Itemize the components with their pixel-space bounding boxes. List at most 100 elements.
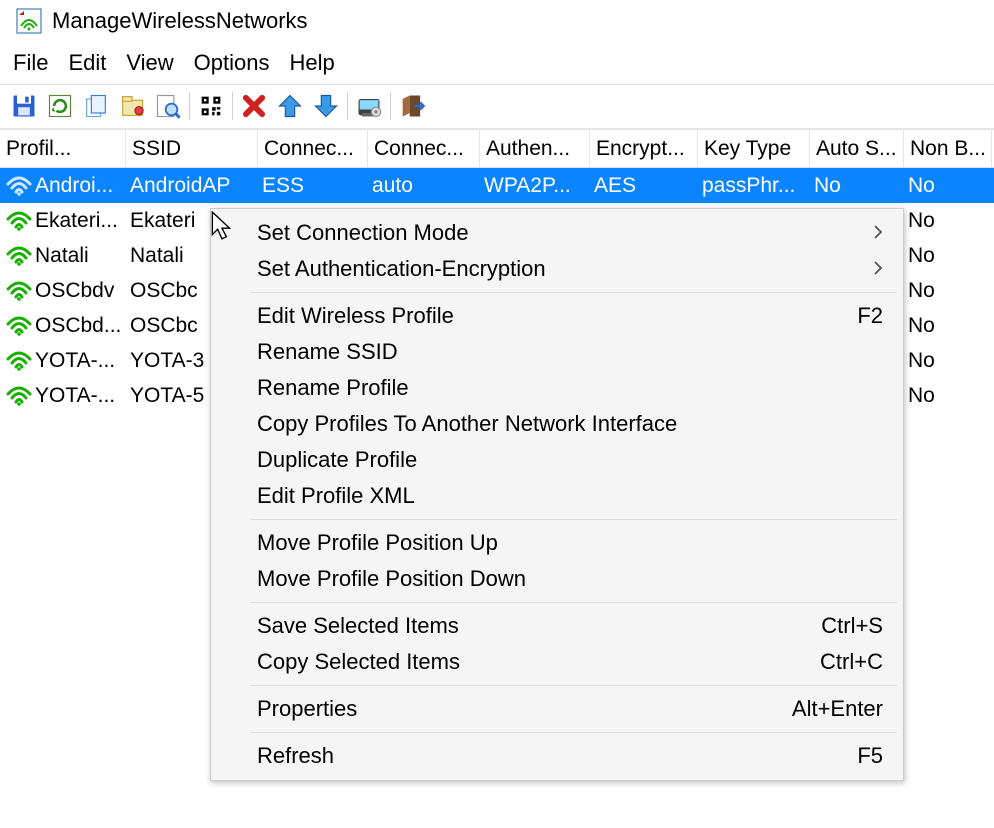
toolbar-separator [347, 92, 348, 120]
context-menu-label: Set Connection Mode [257, 220, 469, 246]
cell-profile: YOTA-... [0, 343, 126, 378]
wifi-icon [6, 246, 32, 266]
context-menu-label: Copy Profiles To Another Network Interfa… [257, 411, 677, 437]
cell-nonb: No [904, 203, 992, 238]
context-menu-item[interactable]: Move Profile Position Down [213, 561, 901, 597]
context-menu-item[interactable]: Properties Alt+Enter [213, 691, 901, 727]
qr-icon [197, 92, 225, 120]
find-icon [154, 92, 182, 120]
cell-profile: Natali [0, 238, 126, 273]
context-menu-separator [251, 732, 897, 733]
context-menu-label: Refresh [257, 743, 334, 769]
context-menu-shortcut: F5 [857, 743, 883, 769]
cell-text: YOTA-... [35, 384, 115, 408]
cell-autos: No [810, 168, 904, 203]
wifi-icon [6, 281, 32, 301]
cell-auth: WPA2P... [480, 168, 590, 203]
cell-enc: AES [590, 168, 698, 203]
context-menu-label: Rename Profile [257, 375, 409, 401]
context-menu-label: Properties [257, 696, 357, 722]
app-icon [16, 8, 42, 34]
context-menu-item[interactable]: Refresh F5 [213, 738, 901, 774]
column-header[interactable]: Connec... [258, 130, 368, 167]
context-menu-shortcut: Alt+Enter [792, 696, 883, 722]
cell-nonb: No [904, 308, 992, 343]
toolbar-separator [390, 92, 391, 120]
cell-profile: OSCbd... [0, 308, 126, 343]
column-header[interactable]: Connec... [368, 130, 480, 167]
context-menu-label: Save Selected Items [257, 613, 459, 639]
copy-icon [82, 92, 110, 120]
toolbar-up-button[interactable] [272, 88, 308, 124]
column-header[interactable]: Key Type [698, 130, 810, 167]
toolbar-refresh-button[interactable] [42, 88, 78, 124]
toolbar-copy-button[interactable] [78, 88, 114, 124]
column-header[interactable]: Non B... [904, 130, 992, 167]
cell-c1: ESS [258, 168, 368, 203]
menubar: FileEditViewOptionsHelp [0, 42, 994, 84]
column-header[interactable]: Encrypt... [590, 130, 698, 167]
toolbar-find-button[interactable] [150, 88, 186, 124]
column-header[interactable]: Profil... [0, 130, 126, 167]
context-menu[interactable]: Set Connection Mode Set Authentication-En… [210, 208, 904, 781]
down-icon [312, 92, 340, 120]
menu-edit[interactable]: Edit [59, 48, 115, 78]
toolbar-options-button[interactable] [351, 88, 387, 124]
context-menu-item[interactable]: Copy Selected Items Ctrl+C [213, 644, 901, 680]
chevron-right-icon [873, 256, 883, 282]
options-icon [355, 92, 383, 120]
context-menu-label: Copy Selected Items [257, 649, 460, 675]
cell-nonb: No [904, 238, 992, 273]
toolbar-save-button[interactable] [6, 88, 42, 124]
cell-profile: OSCbdv [0, 273, 126, 308]
toolbar-separator [232, 92, 233, 120]
context-menu-item[interactable]: Rename SSID [213, 334, 901, 370]
wifi-icon [6, 351, 32, 371]
menu-help[interactable]: Help [281, 48, 344, 78]
column-header[interactable]: SSID [126, 130, 258, 167]
toolbar-delete-button[interactable] [236, 88, 272, 124]
context-menu-item[interactable]: Set Authentication-Encryption [213, 251, 901, 287]
properties-icon [118, 92, 146, 120]
table-row[interactable]: Androi...AndroidAPESSautoWPA2P...AESpass… [0, 168, 994, 203]
context-menu-label: Edit Wireless Profile [257, 303, 454, 329]
context-menu-separator [251, 602, 897, 603]
column-headers: Profil...SSIDConnec...Connec...Authen...… [0, 130, 994, 168]
toolbar-properties-button[interactable] [114, 88, 150, 124]
menu-options[interactable]: Options [185, 48, 279, 78]
menu-view[interactable]: View [117, 48, 182, 78]
toolbar-qr-button[interactable] [193, 88, 229, 124]
titlebar: ManageWirelessNetworks [0, 0, 994, 42]
context-menu-item[interactable]: Duplicate Profile [213, 442, 901, 478]
context-menu-item[interactable]: Move Profile Position Up [213, 525, 901, 561]
wifi-icon [6, 386, 32, 406]
column-header[interactable]: Authen... [480, 130, 590, 167]
context-menu-item[interactable]: Edit Profile XML [213, 478, 901, 514]
cell-c2: auto [368, 168, 480, 203]
context-menu-label: Edit Profile XML [257, 483, 415, 509]
window-title: ManageWirelessNetworks [52, 8, 308, 34]
menu-file[interactable]: File [4, 48, 57, 78]
cell-profile: YOTA-... [0, 378, 126, 413]
toolbar-exit-button[interactable] [394, 88, 430, 124]
cell-key: passPhr... [698, 168, 810, 203]
column-header[interactable]: Auto S... [810, 130, 904, 167]
context-menu-shortcut: Ctrl+C [820, 649, 883, 675]
wifi-icon [6, 316, 32, 336]
context-menu-item[interactable]: Copy Profiles To Another Network Interfa… [213, 406, 901, 442]
cell-nonb: No [904, 168, 992, 203]
context-menu-item[interactable]: Edit Wireless Profile F2 [213, 298, 901, 334]
context-menu-shortcut: F2 [857, 303, 883, 329]
delete-icon [240, 92, 268, 120]
cell-nonb: No [904, 378, 992, 413]
save-icon [10, 92, 38, 120]
up-icon [276, 92, 304, 120]
context-menu-item[interactable]: Save Selected Items Ctrl+S [213, 608, 901, 644]
refresh-icon [46, 92, 74, 120]
context-menu-item[interactable]: Rename Profile [213, 370, 901, 406]
context-menu-shortcut: Ctrl+S [821, 613, 883, 639]
context-menu-item[interactable]: Set Connection Mode [213, 215, 901, 251]
cell-text: OSCbdv [35, 279, 114, 303]
toolbar-down-button[interactable] [308, 88, 344, 124]
toolbar-separator [189, 92, 190, 120]
